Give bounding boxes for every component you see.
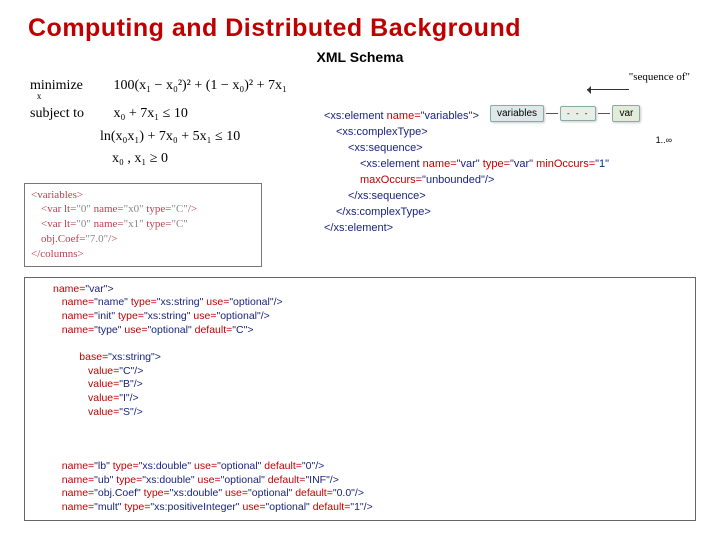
minimize-label: minimizex: [30, 75, 110, 97]
content-row: minimizex 100(x₁ − x₀²)² + (1 − x₀)² + 7…: [24, 73, 696, 267]
schema-diagram: "sequence of" variables - - - var 1..∞: [490, 75, 690, 122]
xml-variables-snippet: <variables> <var lt="0" name="x0" type="…: [24, 183, 262, 267]
xml-open-variables: <variables>: [31, 188, 255, 203]
xsd-line: name="obj.Coef" type="xs:double" use="op…: [53, 487, 687, 501]
xsd-line: name="init" type="xs:string" use="option…: [53, 310, 687, 324]
xsd-line: name="mult" type="xs:positiveInteger" us…: [53, 501, 687, 515]
xsd-line: [53, 433, 687, 447]
connector-icon: [546, 113, 558, 114]
left-column: minimizex 100(x₁ − x₀²)² + (1 − x₀)² + 7…: [24, 73, 324, 267]
xml-close-columns: </columns>: [31, 247, 255, 262]
xsd-line: value="C"/>: [53, 365, 687, 379]
xsd-line: value="S"/>: [53, 406, 687, 420]
constraint-3: x₀ , x₁ ≥ 0: [112, 148, 318, 170]
xsd-line: name="lb" type="xs:double" use="optional…: [53, 460, 687, 474]
diagram-chip-var: var: [612, 105, 640, 122]
xsd-line: [53, 337, 687, 351]
xsd-line: [53, 446, 687, 460]
subject-to-label: subject to: [30, 103, 110, 125]
cardinality-label: 1..∞: [656, 135, 672, 145]
xml-var-x0: <var lt="0" name="x0" type="C"/>: [41, 202, 255, 217]
complex-type-definition: name="var"> name="name" type="xs:string"…: [24, 277, 696, 521]
constraint-1: x₀ + 7x₁ ≤ 10: [114, 106, 188, 121]
diagram-chip-variables: variables: [490, 105, 544, 122]
xsd-line: [53, 419, 687, 433]
xsd-line: name="name" type="xs:string" use="option…: [53, 296, 687, 310]
schema-outline: <xs:element name="variables"> <xs:comple…: [324, 109, 696, 237]
xsd-line: value="I"/>: [53, 392, 687, 406]
sequence-of-label: "sequence of": [629, 71, 690, 83]
math-equations: minimizex 100(x₁ − x₀²)² + (1 − x₀)² + 7…: [24, 73, 324, 173]
constraint-2: ln(x₀x₁) + 7x₀ + 5x₁ ≤ 10: [100, 126, 318, 148]
diagram-chip-sequence: - - -: [560, 106, 596, 121]
page-title: Computing and Distributed Background: [28, 14, 696, 43]
xsd-line: name="type" use="optional" default="C">: [53, 324, 687, 338]
page-subtitle: XML Schema: [24, 49, 696, 65]
right-column: "sequence of" variables - - - var 1..∞ <…: [324, 73, 696, 237]
objective-expr: 100(x₁ − x₀²)² + (1 − x₀)² + 7x₁: [114, 78, 287, 93]
xsd-line: name="ub" type="xs:double" use="optional…: [53, 474, 687, 488]
xsd-line: base="xs:string">: [53, 351, 687, 365]
xsd-line: name="var">: [53, 283, 687, 297]
connector-icon: [598, 113, 610, 114]
xml-var-x1: <var lt="0" name="x1" type="C" obj.Coef=…: [41, 217, 255, 247]
xsd-line: value="B"/>: [53, 378, 687, 392]
